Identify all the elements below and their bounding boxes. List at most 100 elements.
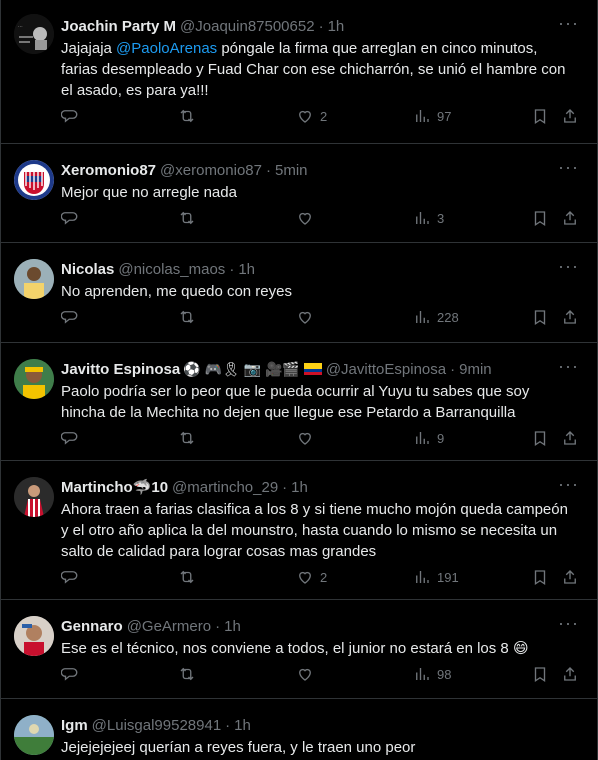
avatar[interactable] (14, 477, 54, 517)
separator-dot: · (265, 161, 271, 179)
like-button[interactable]: 2 (296, 568, 327, 586)
views-count: 228 (437, 309, 459, 325)
like-button[interactable] (296, 429, 320, 447)
tweet[interactable]: ··· Joachin Party M @Joaquin87500652 · 1… (1, 0, 597, 144)
display-name[interactable]: Nicolas (61, 261, 114, 278)
more-options-icon[interactable]: ··· (558, 357, 579, 375)
bookmark-icon (534, 211, 546, 227)
bookmark-button[interactable] (531, 568, 549, 586)
display-name[interactable]: Javitto Espinosa (61, 361, 180, 378)
avatar[interactable] (14, 259, 54, 299)
avatar[interactable] (14, 359, 54, 399)
share-icon (564, 570, 576, 584)
share-button[interactable] (561, 429, 579, 447)
views-button[interactable]: 9 (413, 429, 444, 447)
bookmark-button[interactable] (531, 665, 549, 683)
reply-button[interactable] (61, 665, 79, 683)
retweet-button[interactable] (178, 308, 196, 326)
avatar[interactable]: ··· (14, 14, 54, 54)
views-count: 9 (437, 430, 445, 446)
bookmark-icon (534, 570, 546, 586)
svg-text:···: ··· (18, 24, 23, 30)
timestamp[interactable]: 1h (238, 261, 255, 278)
reply-feed: ··· Joachin Party M @Joaquin87500652 · 1… (0, 0, 598, 760)
retweet-button[interactable] (178, 107, 196, 125)
user-handle[interactable]: @nicolas_maos (118, 261, 225, 278)
timestamp[interactable]: 1h (291, 479, 308, 496)
like-button[interactable]: 2 (296, 107, 327, 125)
display-name[interactable]: Igm (61, 717, 88, 734)
reply-button[interactable] (61, 209, 79, 227)
timestamp[interactable]: 1h (328, 18, 345, 35)
avatar[interactable] (14, 160, 54, 200)
reply-button[interactable] (61, 107, 79, 125)
tweet[interactable]: Nicolas @nicolas_maos · 1h ··· No aprend… (1, 243, 597, 343)
reply-button[interactable] (61, 429, 79, 447)
reply-icon (61, 668, 78, 681)
user-handle[interactable]: @Joaquin87500652 (180, 18, 315, 35)
display-name[interactable]: Xeromonio87 (61, 162, 156, 179)
more-options-icon[interactable]: ··· (558, 475, 579, 493)
like-count: 2 (320, 569, 328, 585)
views-button[interactable]: 97 (413, 107, 451, 125)
display-name[interactable]: Joachin Party M (61, 18, 176, 35)
avatar[interactable] (14, 715, 54, 755)
more-options-icon[interactable]: ··· (558, 257, 579, 275)
user-handle[interactable]: @JavittoEspinosa (326, 361, 446, 378)
reply-button[interactable] (61, 308, 79, 326)
views-button[interactable]: 191 (413, 568, 459, 586)
reply-button[interactable] (61, 568, 79, 586)
bookmark-button[interactable] (531, 107, 549, 125)
tweet[interactable]: Gennaro @GeArmero · 1h ··· Ese es el téc… (1, 600, 597, 699)
share-button[interactable] (561, 209, 579, 227)
views-count: 98 (437, 666, 452, 682)
retweet-button[interactable] (178, 568, 196, 586)
share-button[interactable] (561, 107, 579, 125)
retweet-button[interactable] (178, 665, 196, 683)
share-button[interactable] (561, 568, 579, 586)
like-button[interactable] (296, 665, 320, 683)
like-button[interactable] (296, 308, 320, 326)
bookmark-button[interactable] (531, 308, 549, 326)
views-button[interactable]: 98 (413, 665, 451, 683)
more-options-icon[interactable]: ··· (558, 14, 579, 32)
user-handle[interactable]: @xeromonio87 (160, 162, 262, 179)
views-icon (416, 110, 429, 122)
bookmark-button[interactable] (531, 429, 549, 447)
more-options-icon[interactable]: ··· (558, 614, 579, 632)
retweet-button[interactable] (178, 429, 196, 447)
user-handle[interactable]: @GeArmero (127, 618, 211, 635)
separator-dot: · (215, 617, 221, 635)
user-handle[interactable]: @Luisgal99528941 (92, 717, 222, 734)
like-button[interactable] (296, 209, 320, 227)
retweet-button[interactable] (178, 209, 196, 227)
display-name[interactable]: Gennaro (61, 618, 123, 635)
tweet-actions: 228 (61, 302, 581, 342)
share-button[interactable] (561, 308, 579, 326)
share-icon (564, 667, 576, 681)
tweet-actions: 2 97 (61, 101, 581, 141)
tweet[interactable]: Xeromonio87 @xeromonio87 · 5min ··· Mejo… (1, 144, 597, 243)
tweet-text: Mejor que no arregle nada (61, 184, 237, 201)
more-options-icon[interactable]: ··· (558, 158, 579, 176)
views-button[interactable]: 3 (413, 209, 444, 227)
bookmark-button[interactable] (531, 209, 549, 227)
tweet-header: Joachin Party M @Joaquin87500652 · 1h (61, 0, 581, 36)
tweet[interactable]: Javitto Espinosa ⚽ 🎮🎗 📷 🎥🎬 @JavittoEspin… (1, 343, 597, 461)
timestamp[interactable]: 5min (275, 162, 308, 179)
views-button[interactable]: 228 (413, 308, 459, 326)
timestamp[interactable]: 1h (224, 618, 241, 635)
tweet[interactable]: Igm @Luisgal99528941 · 1h Jejejejejeej q… (1, 699, 597, 760)
timestamp[interactable]: 1h (234, 717, 251, 734)
share-icon (564, 310, 576, 324)
share-icon (564, 109, 576, 123)
timestamp[interactable]: 9min (459, 361, 492, 378)
avatar[interactable] (14, 616, 54, 656)
share-button[interactable] (561, 665, 579, 683)
user-handle[interactable]: @martincho_29 (172, 479, 278, 496)
mention-link[interactable]: @PaoloArenas (116, 40, 217, 57)
tweet-text: Paolo podría ser lo peor que le pueda oc… (61, 383, 530, 421)
like-count: 2 (320, 108, 328, 124)
tweet[interactable]: Martincho 🦈10 @martincho_29 · 1h ··· Aho… (1, 461, 597, 600)
display-name[interactable]: Martincho (61, 479, 133, 496)
